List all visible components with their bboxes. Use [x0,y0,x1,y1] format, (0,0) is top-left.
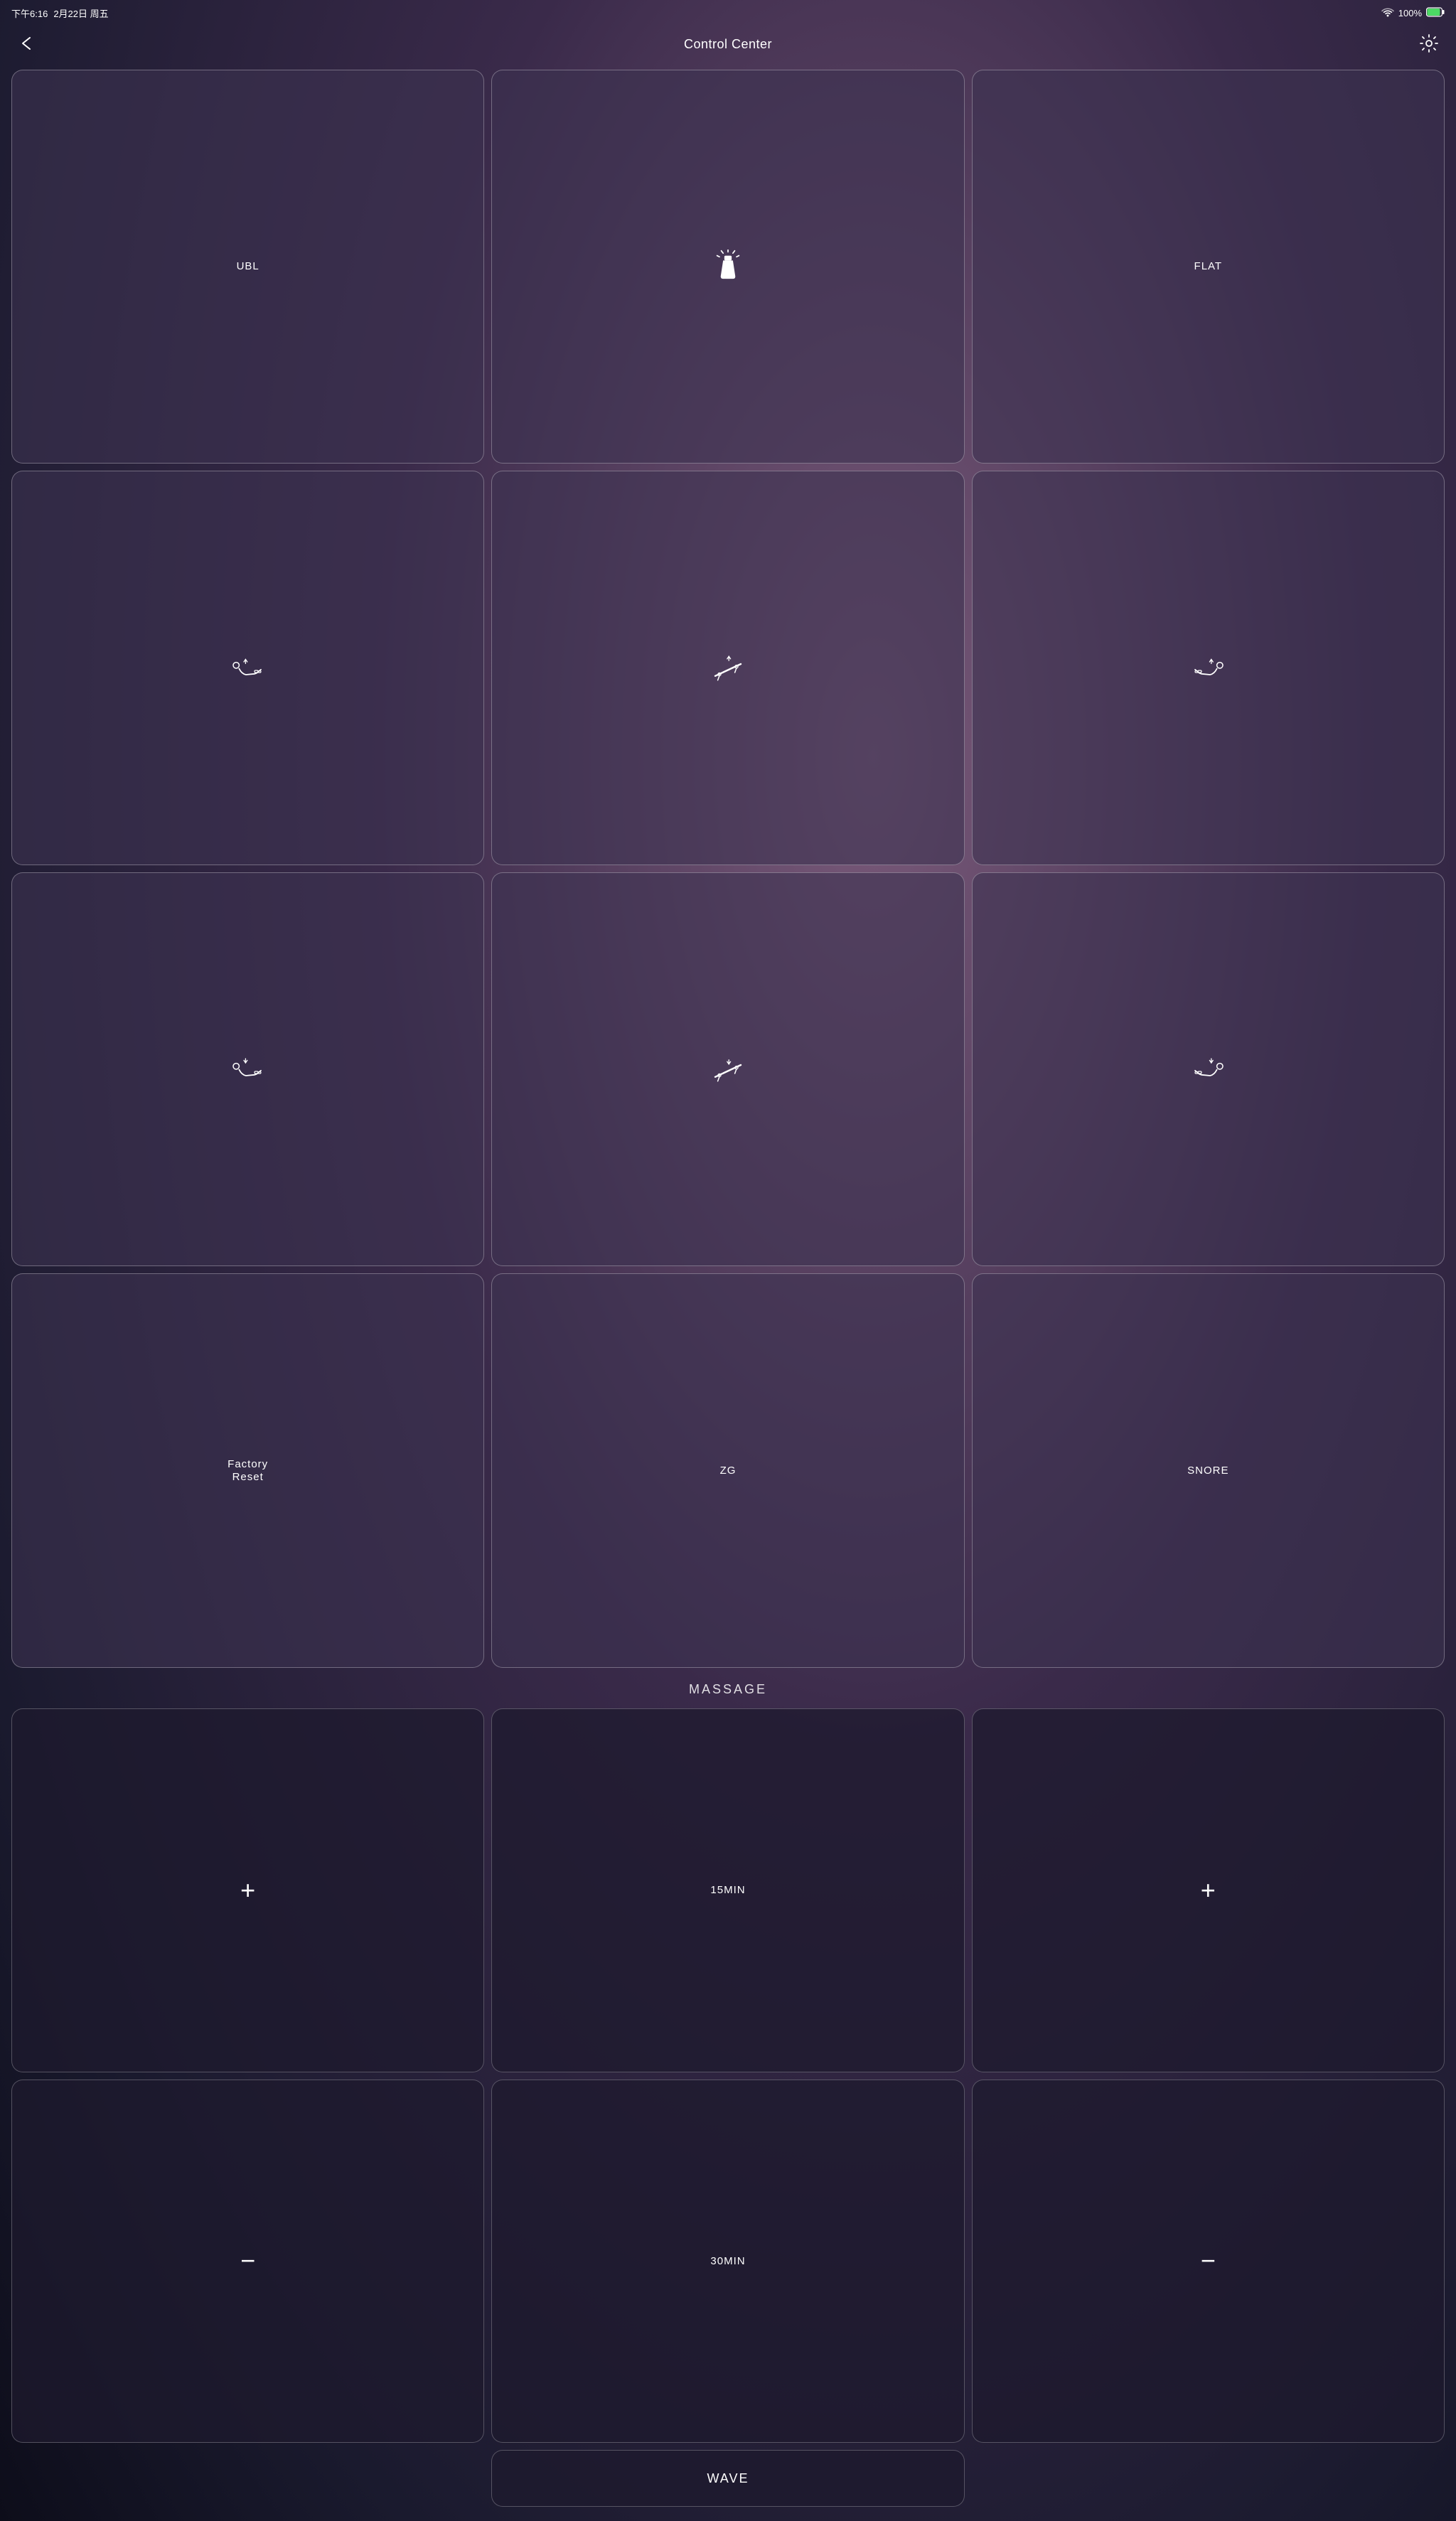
zg-button[interactable]: ZG [491,1273,964,1667]
settings-icon [1419,33,1439,53]
massage-center-controls: 15MIN 30MIN WAVE [491,1708,964,2507]
control-grid: UBL FLAT [11,70,1445,1668]
massage-left-controls: + − [11,1708,484,2507]
flat-label: FLAT [1194,260,1223,273]
status-bar: 下午6:16 2月22日 周五 100% [0,0,1456,26]
foot-up-icon [1191,651,1225,685]
massage-section-title: MASSAGE [11,1682,1445,1697]
factory-reset-label: FactoryReset [228,1458,268,1484]
flashlight-icon [711,250,745,284]
main-content: UBL FLAT [0,63,1456,2521]
massage-right-minus-button[interactable]: − [972,2080,1445,2444]
factory-reset-button[interactable]: FactoryReset [11,1273,484,1667]
massage-15min-label: 15MIN [710,1884,745,1896]
head-down-button[interactable] [11,872,484,1266]
flashlight-button[interactable] [491,70,964,464]
status-time-date: 下午6:16 2月22日 周五 [11,6,109,20]
wifi-icon [1381,7,1394,19]
status-date: 2月22日 周五 [53,6,108,20]
massage-30min-button[interactable]: 30MIN [491,2080,964,2444]
massage-left-plus-symbol: + [240,1878,255,1903]
bed-up-icon [711,651,745,685]
head-up-button[interactable] [11,471,484,865]
zg-label: ZG [720,1465,737,1477]
massage-right-minus-symbol: − [1201,2248,1216,2274]
foot-down-icon [1191,1052,1225,1086]
ubl-label: UBL [237,260,259,273]
wave-button[interactable]: WAVE [491,2450,964,2507]
snore-label: SNORE [1187,1465,1228,1477]
bed-tilt-up-button[interactable] [491,471,964,865]
back-button[interactable] [14,32,40,57]
foot-up-button[interactable] [972,471,1445,865]
snore-button[interactable]: SNORE [972,1273,1445,1667]
massage-right-controls: + − [972,1708,1445,2507]
massage-right-plus-symbol: + [1201,1878,1216,1903]
massage-30min-label: 30MIN [710,2255,745,2267]
back-icon [17,35,37,52]
massage-left-minus-symbol: − [240,2248,255,2274]
ubl-button[interactable]: UBL [11,70,484,464]
head-down-icon [231,1052,265,1086]
battery-icon [1426,7,1445,19]
flat-button[interactable]: FLAT [972,70,1445,464]
bed-down-icon [711,1052,745,1086]
settings-button[interactable] [1416,31,1442,58]
massage-15min-button[interactable]: 15MIN [491,1708,964,2072]
massage-left-plus-button[interactable]: + [11,1708,484,2072]
battery-percentage: 100% [1398,8,1422,18]
status-time: 下午6:16 [11,6,48,20]
massage-right-plus-button[interactable]: + [972,1708,1445,2072]
bed-tilt-down-button[interactable] [491,872,964,1266]
nav-bar: Control Center [0,26,1456,63]
massage-controls: + − 15MIN 30MIN WAVE + − [11,1708,1445,2507]
wave-label: WAVE [707,2471,749,2486]
page-title: Control Center [684,37,772,52]
foot-down-button[interactable] [972,872,1445,1266]
massage-left-minus-button[interactable]: − [11,2080,484,2444]
status-indicators: 100% [1381,7,1445,19]
head-up-icon [231,651,265,685]
